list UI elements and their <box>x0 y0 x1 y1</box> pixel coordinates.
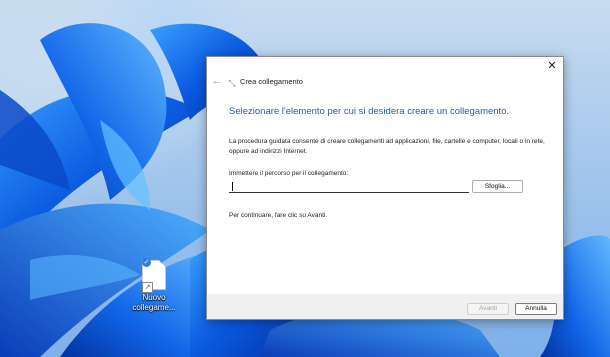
desktop-icon-label: Nuovo collegame... <box>128 293 180 313</box>
back-arrow-icon[interactable]: ← <box>211 75 223 87</box>
next-button[interactable]: Avanti <box>467 303 509 315</box>
desktop-icon-label-line1: Nuovo <box>142 293 166 302</box>
shortcut-wizard-icon: ⤡ <box>228 78 236 88</box>
checkbox-selected-icon: ✓ <box>142 258 151 267</box>
desktop-icon-label-line2: collegame... <box>132 303 176 312</box>
close-button[interactable]: ✕ <box>545 59 559 73</box>
dialog-footer <box>207 294 563 319</box>
path-input[interactable] <box>229 180 469 193</box>
shortcut-arrow-icon: ↗ <box>142 282 153 293</box>
cancel-button[interactable]: Annulla <box>515 303 557 315</box>
continue-instruction: Per continuare, fare clic su Avanti. <box>229 212 328 219</box>
browse-button[interactable]: Sfoglia... <box>472 180 523 193</box>
desktop-shortcut-icon[interactable]: ✓ ↗ Nuovo collegame... <box>128 258 180 313</box>
text-caret <box>232 182 233 191</box>
create-shortcut-dialog: ✕ ← ⤡ Crea collegamento Selezionare l'el… <box>206 56 564 320</box>
dialog-description: La procedura guidata consente di creare … <box>229 138 545 155</box>
dialog-heading: Selezionare l'elemento per cui si deside… <box>229 106 510 117</box>
dialog-title: Crea collegamento <box>240 77 303 86</box>
path-label: Immettere il percorso per il collegament… <box>229 170 349 177</box>
